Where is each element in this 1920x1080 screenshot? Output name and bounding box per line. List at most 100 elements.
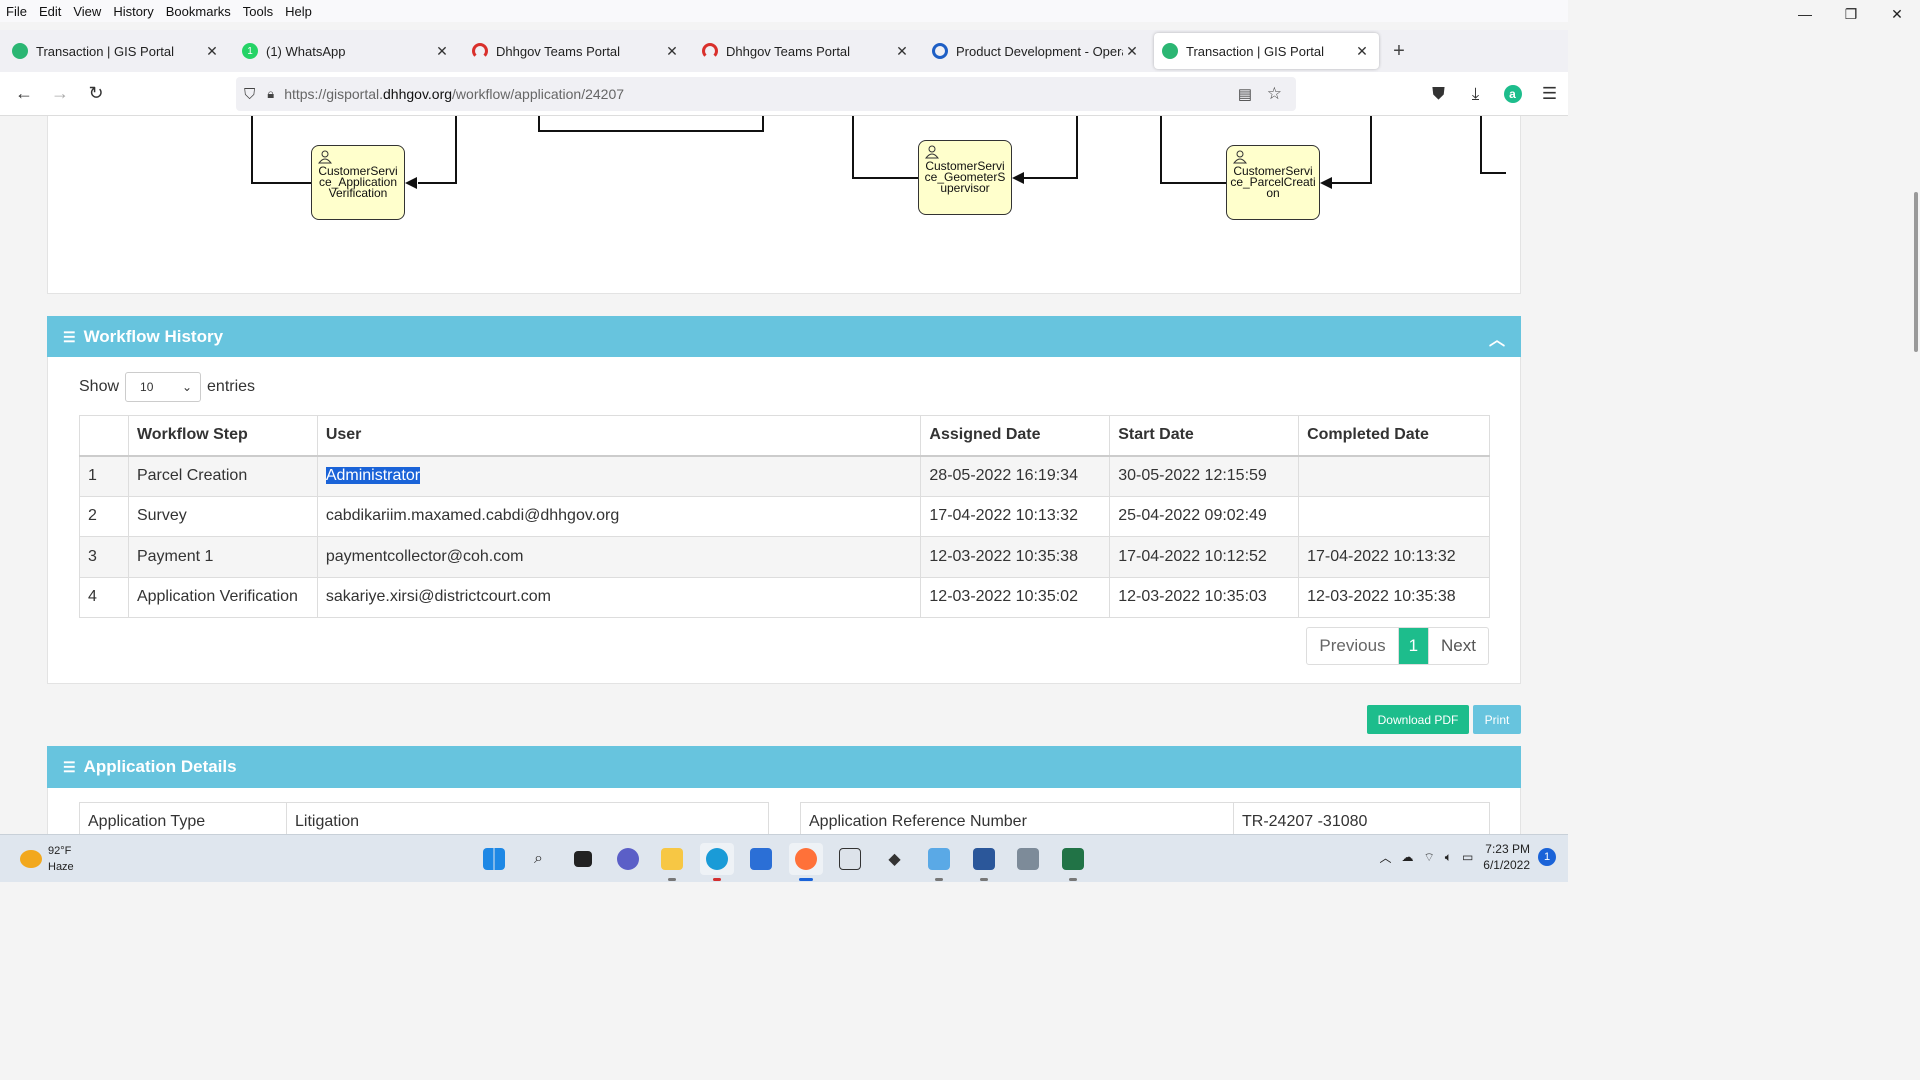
column-header-workflow-step[interactable]: Workflow Step xyxy=(127,415,318,457)
workflow-node-parcel-creation[interactable]: CustomerServi ce_ParcelCreati on xyxy=(1226,145,1320,220)
tab-product-development[interactable]: Product Development - Operati ✕ xyxy=(924,33,1149,69)
menu-file[interactable]: File xyxy=(0,4,33,19)
column-header-index[interactable] xyxy=(79,415,129,457)
menu-history[interactable]: History xyxy=(107,4,159,19)
print-button[interactable]: Print xyxy=(1473,705,1521,734)
edge-icon[interactable] xyxy=(699,843,734,881)
chevron-up-icon[interactable]: ︿ xyxy=(1379,849,1391,866)
table-header-row: Workflow Step User Assigned Date Start D… xyxy=(79,415,1490,457)
notification-badge[interactable]: 1 xyxy=(1538,848,1556,866)
reader-view-icon[interactable]: ▤ xyxy=(1238,85,1252,103)
close-tab-icon[interactable]: ✕ xyxy=(893,43,911,60)
url-prefix: https://gisportal. xyxy=(284,86,384,102)
previous-page-button[interactable]: Previous xyxy=(1307,628,1399,664)
connector-line xyxy=(1024,177,1078,179)
application-details-title: Application Details xyxy=(83,757,237,776)
close-tab-icon[interactable]: ✕ xyxy=(203,43,221,60)
calculator-icon[interactable] xyxy=(1011,843,1045,875)
tab-transaction-gis-active[interactable]: Transaction | GIS Portal ✕ xyxy=(1154,33,1379,69)
column-header-completed-date[interactable]: Completed Date xyxy=(1298,415,1490,457)
teams-chat-icon[interactable] xyxy=(611,843,645,875)
table-row: 4 Application Verification sakariye.xirs… xyxy=(79,576,1490,618)
address-bar[interactable]: ⛉ 🔒︎ https://gisportal. dhhgov.org/workfl… xyxy=(236,77,1296,111)
bookmark-star-icon[interactable]: ☆ xyxy=(1267,84,1282,104)
restore-button[interactable]: ❐ xyxy=(1828,0,1874,28)
connector-line xyxy=(852,177,918,179)
dropbox-icon[interactable]: ◆ xyxy=(878,843,912,875)
windows-start-icon[interactable] xyxy=(477,843,511,875)
close-tab-icon[interactable]: ✕ xyxy=(1123,43,1141,60)
column-header-start-date[interactable]: Start Date xyxy=(1109,415,1300,457)
page-1-button[interactable]: 1 xyxy=(1398,628,1429,664)
volume-icon[interactable]: 🔈︎ xyxy=(1445,850,1452,865)
battery-icon[interactable]: ▭ xyxy=(1462,850,1473,864)
download-pdf-button[interactable]: Download PDF xyxy=(1367,705,1469,734)
hamburger-menu-icon[interactable]: ☰ xyxy=(1531,84,1568,104)
teams-portal-icon xyxy=(702,43,718,59)
cell-user: Administrator xyxy=(316,455,922,497)
tab-whatsapp[interactable]: 1 (1) WhatsApp ✕ xyxy=(234,33,459,69)
new-tab-button[interactable]: + xyxy=(1384,40,1414,63)
workflow-history-table: Workflow Step User Assigned Date Start D… xyxy=(79,415,1490,618)
tab-title: Transaction | GIS Portal xyxy=(1186,43,1325,59)
wifi-icon[interactable]: ⌔ xyxy=(1423,850,1434,865)
selected-user-text: Administrator xyxy=(325,467,421,484)
close-tab-icon[interactable]: ✕ xyxy=(433,43,451,60)
close-window-button[interactable]: ✕ xyxy=(1874,0,1920,28)
microsoft-store-icon[interactable] xyxy=(744,843,778,875)
workflow-node-application-verification[interactable]: CustomerServi ce_Application Verificatio… xyxy=(311,145,405,220)
pagination: Previous 1 Next xyxy=(1306,627,1489,665)
close-tab-icon[interactable]: ✕ xyxy=(663,43,681,60)
tracking-shield-icon[interactable]: ⛉ xyxy=(244,86,255,103)
excel-icon[interactable] xyxy=(1056,843,1090,881)
menu-help[interactable]: Help xyxy=(279,4,318,19)
reload-icon[interactable]: ↻ xyxy=(78,78,114,110)
chevron-up-icon[interactable]: ︿ xyxy=(1489,326,1505,350)
cell-assigned-date: 12-03-2022 10:35:02 xyxy=(920,576,1111,618)
pocket-icon[interactable]: ⛊ xyxy=(1420,84,1457,104)
clock[interactable]: 7:23 PM 6/1/2022 xyxy=(1483,841,1530,873)
menu-tools[interactable]: Tools xyxy=(237,4,279,19)
haze-weather-icon xyxy=(20,850,42,868)
connector-line xyxy=(251,116,253,184)
downloads-icon[interactable]: ⤓ xyxy=(1457,84,1494,104)
connector-line xyxy=(1160,116,1162,184)
menu-bookmarks[interactable]: Bookmarks xyxy=(160,4,237,19)
weather-widget[interactable]: 92°F Haze xyxy=(20,843,74,875)
menu-view[interactable]: View xyxy=(67,4,107,19)
firefox-icon[interactable] xyxy=(788,843,823,881)
onedrive-cloud-icon[interactable]: ☁ xyxy=(1401,850,1413,864)
workflow-history-header[interactable]: ☰ Workflow History ︿ xyxy=(47,316,1521,358)
tab-teams-portal-2[interactable]: Dhhgov Teams Portal ✕ xyxy=(694,33,919,69)
node-label-line: Verification xyxy=(328,186,388,200)
account-avatar[interactable]: a xyxy=(1494,85,1531,103)
tab-teams-portal-1[interactable]: Dhhgov Teams Portal ✕ xyxy=(464,33,689,69)
page-content: CustomerServi ce_Application Verificatio… xyxy=(0,116,1560,834)
task-view-icon[interactable] xyxy=(566,843,600,875)
workflow-node-geometer-supervisor[interactable]: CustomerServi ce_GeometerS upervisor xyxy=(918,140,1012,215)
connector-line xyxy=(538,130,764,132)
application-details-header[interactable]: ☰ Application Details xyxy=(47,746,1521,788)
search-icon[interactable]: ⌕ xyxy=(522,843,556,875)
back-arrow-icon[interactable]: ← xyxy=(6,78,42,110)
notepad-icon[interactable] xyxy=(922,843,956,881)
clock-date: 6/1/2022 xyxy=(1483,858,1530,872)
amazon-icon[interactable] xyxy=(833,843,867,875)
menu-edit[interactable]: Edit xyxy=(33,4,67,19)
page-scrollbar[interactable] xyxy=(1912,116,1920,834)
minimize-button[interactable]: — xyxy=(1782,0,1828,28)
close-tab-icon[interactable]: ✕ xyxy=(1353,43,1371,60)
entries-select[interactable]: 10 ⌄ xyxy=(125,372,202,402)
tab-transaction-gis-1[interactable]: Transaction | GIS Portal ✕ xyxy=(4,33,229,69)
entries-label: entries xyxy=(207,378,256,395)
system-tray: ︿ ☁ ⌔ 🔈︎ ▭ 7:23 PM 6/1/2022 1 xyxy=(1379,841,1556,873)
cell-user: sakariye.xirsi@districtcourt.com xyxy=(316,576,922,618)
forward-arrow-icon[interactable]: → xyxy=(42,78,78,110)
scrollbar-thumb[interactable] xyxy=(1914,192,1918,352)
column-header-assigned-date[interactable]: Assigned Date xyxy=(920,415,1111,457)
word-icon[interactable] xyxy=(967,843,1001,881)
lock-icon[interactable]: 🔒︎ xyxy=(267,86,274,102)
next-page-button[interactable]: Next xyxy=(1428,628,1488,664)
file-explorer-icon[interactable] xyxy=(655,843,689,881)
column-header-user[interactable]: User xyxy=(316,415,922,457)
